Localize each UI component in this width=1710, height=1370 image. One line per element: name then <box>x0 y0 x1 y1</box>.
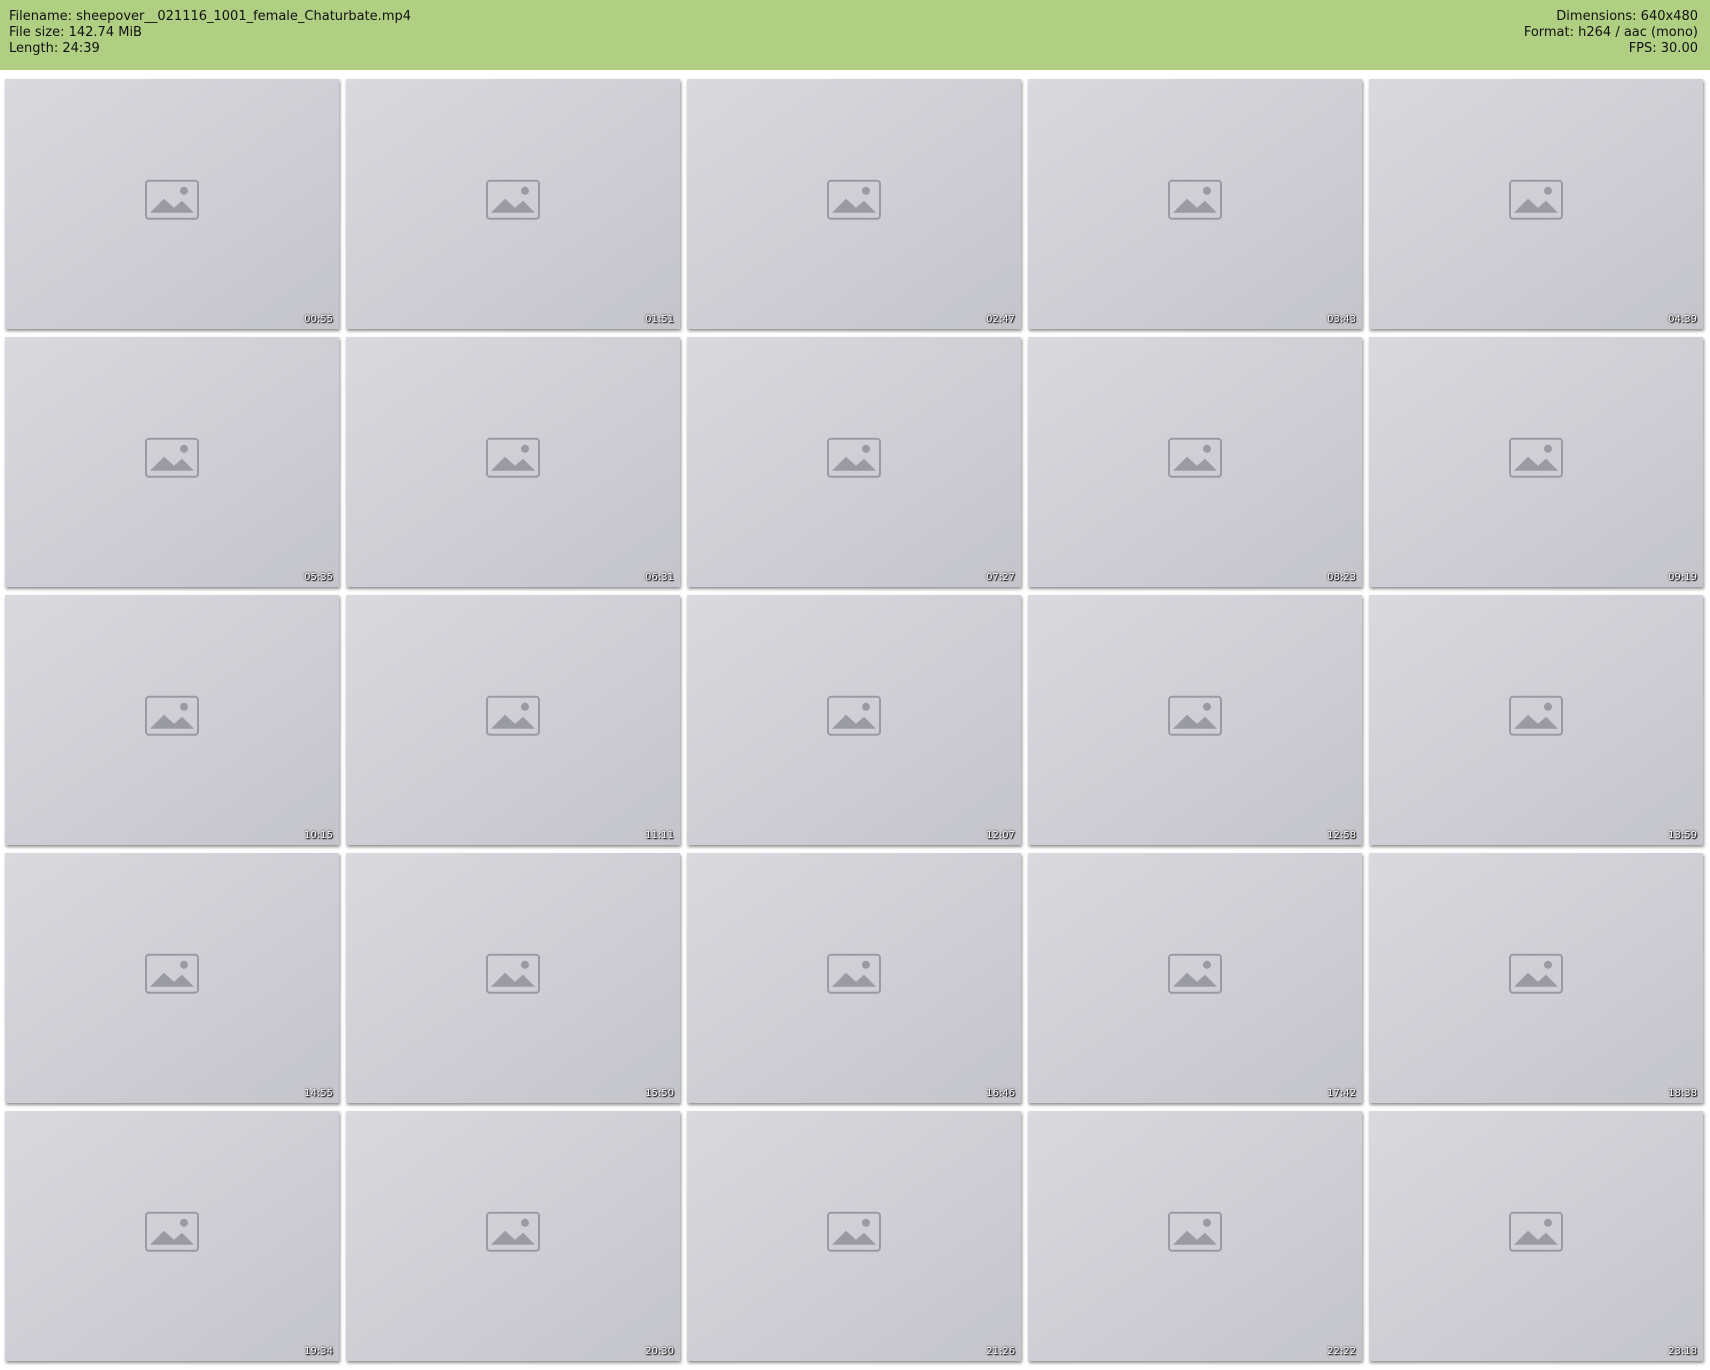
image-placeholder-icon <box>145 953 199 994</box>
thumbnail-timestamp: 00:55 <box>304 314 333 325</box>
thumbnail-timestamp: 12:07 <box>986 830 1015 841</box>
thumbnail-placeholder: 16:46 <box>687 853 1021 1103</box>
thumbnail-grid: 00:55 01:51 02:47 03:43 04:39 05:35 06:31 07:27… <box>5 79 1707 1361</box>
image-placeholder-icon <box>1168 695 1222 736</box>
image-placeholder-icon <box>145 179 199 220</box>
image-placeholder-icon <box>827 179 881 220</box>
image-placeholder-icon <box>827 1211 881 1252</box>
thumbnail-timestamp: 06:31 <box>645 572 674 583</box>
thumbnail-timestamp: 04:39 <box>1668 314 1697 325</box>
thumbnail-placeholder: 12:58 <box>1028 595 1362 845</box>
thumbnail-timestamp: 05:35 <box>304 572 333 583</box>
fps-text: FPS: 30.00 <box>1628 41 1698 56</box>
image-placeholder-icon <box>1509 1211 1563 1252</box>
length-text: Length: 24:39 <box>9 41 100 56</box>
thumbnail-timestamp: 12:58 <box>1327 830 1356 841</box>
file-meta-left: Filename: sheepover__021116_1001_female_… <box>9 9 411 57</box>
thumbnail-timestamp: 08:23 <box>1327 572 1356 583</box>
thumbnail-timestamp: 14:55 <box>304 1088 333 1099</box>
image-placeholder-icon <box>486 437 540 478</box>
thumbnail-placeholder: 14:55 <box>5 853 339 1103</box>
thumbnail-placeholder: 07:27 <box>687 337 1021 587</box>
thumbnail-timestamp: 22:22 <box>1327 1346 1356 1357</box>
thumbnail-placeholder: 17:42 <box>1028 853 1362 1103</box>
thumbnail-timestamp: 21:26 <box>986 1346 1015 1357</box>
thumbnail-timestamp: 07:27 <box>986 572 1015 583</box>
thumbnail-timestamp: 01:51 <box>645 314 674 325</box>
thumbnail-placeholder: 06:31 <box>346 337 680 587</box>
image-placeholder-icon <box>1168 1211 1222 1252</box>
file-meta-right: Dimensions: 640x480 Format: h264 / aac (… <box>1524 9 1698 57</box>
thumbnail-placeholder: 15:50 <box>346 853 680 1103</box>
thumbnail-timestamp: 13:59 <box>1668 830 1697 841</box>
thumbnail-placeholder: 04:39 <box>1369 79 1703 329</box>
image-placeholder-icon <box>1168 437 1222 478</box>
dimensions-text: Dimensions: 640x480 <box>1556 9 1698 24</box>
filesize-text: File size: 142.74 MiB <box>9 25 142 40</box>
thumbnail-timestamp: 17:42 <box>1327 1088 1356 1099</box>
image-placeholder-icon <box>827 953 881 994</box>
thumbnail-placeholder: 05:35 <box>5 337 339 587</box>
thumbnail-timestamp: 19:34 <box>304 1346 333 1357</box>
thumbnail-timestamp: 03:43 <box>1327 314 1356 325</box>
thumbnail-timestamp: 02:47 <box>986 314 1015 325</box>
thumbnail-timestamp: 15:50 <box>645 1088 674 1099</box>
thumbnail-placeholder: 13:59 <box>1369 595 1703 845</box>
thumbnail-timestamp: 20:30 <box>645 1346 674 1357</box>
image-placeholder-icon <box>1509 695 1563 736</box>
format-text: Format: h264 / aac (mono) <box>1523 25 1698 40</box>
image-placeholder-icon <box>827 695 881 736</box>
image-placeholder-icon <box>1509 953 1563 994</box>
thumbnail-timestamp: 09:19 <box>1668 572 1697 583</box>
filename-text: Filename: sheepover__021116_1001_female_… <box>9 9 412 24</box>
image-placeholder-icon <box>1509 179 1563 220</box>
image-placeholder-icon <box>145 437 199 478</box>
thumbnail-placeholder: 18:38 <box>1369 853 1703 1103</box>
image-placeholder-icon <box>486 953 540 994</box>
thumbnail-placeholder: 21:26 <box>687 1111 1021 1361</box>
thumbnail-timestamp: 11:11 <box>645 830 674 841</box>
image-placeholder-icon <box>145 1211 199 1252</box>
image-placeholder-icon <box>486 695 540 736</box>
thumbnail-placeholder: 03:43 <box>1028 79 1362 329</box>
image-placeholder-icon <box>1509 437 1563 478</box>
image-placeholder-icon <box>1168 953 1222 994</box>
thumbnail-placeholder: 00:55 <box>5 79 339 329</box>
thumbnail-timestamp: 16:46 <box>986 1088 1015 1099</box>
thumbnail-placeholder: 11:11 <box>346 595 680 845</box>
thumbnail-placeholder: 12:07 <box>687 595 1021 845</box>
thumbnail-placeholder: 23:18 <box>1369 1111 1703 1361</box>
thumbnail-placeholder: 10:15 <box>5 595 339 845</box>
image-placeholder-icon <box>145 695 199 736</box>
image-placeholder-icon <box>1168 179 1222 220</box>
thumbnail-placeholder: 02:47 <box>687 79 1021 329</box>
thumbnail-timestamp: 10:15 <box>304 830 333 841</box>
image-placeholder-icon <box>486 1211 540 1252</box>
image-placeholder-icon <box>486 179 540 220</box>
thumbnail-placeholder: 08:23 <box>1028 337 1362 587</box>
thumbnail-placeholder: 22:22 <box>1028 1111 1362 1361</box>
thumbnail-placeholder: 09:19 <box>1369 337 1703 587</box>
thumbnail-timestamp: 23:18 <box>1668 1346 1697 1357</box>
thumbnail-placeholder: 19:34 <box>5 1111 339 1361</box>
file-info-header: Filename: sheepover__021116_1001_female_… <box>0 0 1710 70</box>
thumbnail-timestamp: 18:38 <box>1668 1088 1697 1099</box>
thumbnail-placeholder: 20:30 <box>346 1111 680 1361</box>
thumbnail-placeholder: 01:51 <box>346 79 680 329</box>
image-placeholder-icon <box>827 437 881 478</box>
